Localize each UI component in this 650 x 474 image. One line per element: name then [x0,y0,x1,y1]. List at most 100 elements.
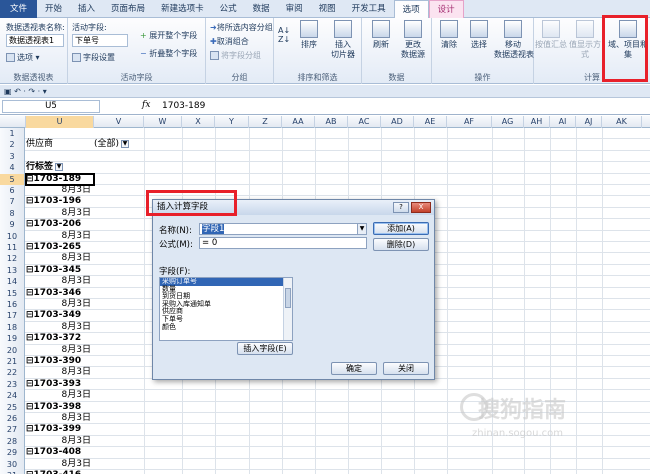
cell-v[interactable] [94,276,144,287]
column-header[interactable]: AD [381,116,414,128]
row-header[interactable]: 9 [0,219,25,231]
tab-5[interactable]: 公式 [212,0,245,18]
refresh-button[interactable]: 刷新 [364,20,398,50]
clear-button[interactable]: 清除 [432,20,466,50]
tab-11[interactable]: 设计 [428,0,464,18]
cell-v[interactable] [94,299,144,310]
sort-button[interactable]: 排序 [292,20,326,50]
cell-v[interactable] [94,322,144,333]
show-values-button[interactable]: 值显示方式 [568,20,602,60]
tab-6[interactable]: 数据 [245,0,278,18]
cell-u[interactable]: 8月3日 [26,322,94,333]
group-field-button[interactable]: 将字段分组 [210,50,261,61]
tab-0[interactable]: 文件 [0,0,38,18]
cell-u[interactable]: 8月3日 [26,436,94,447]
column-header[interactable]: AB [315,116,348,128]
cell-u[interactable]: ⊟1703-265 [26,242,94,253]
cell-u[interactable]: 8月3日 [26,345,94,356]
row-header[interactable]: 29 [0,447,25,459]
row-header[interactable]: 3 [0,150,25,163]
cell-u[interactable] [26,151,94,162]
cell-v[interactable] [94,253,144,264]
column-header[interactable]: W [144,116,182,128]
column-header[interactable]: AJ [576,116,602,128]
help-button[interactable]: ? [393,202,409,213]
scroll-thumb[interactable] [285,288,291,308]
row-header[interactable]: 19 [0,333,25,345]
row-header[interactable]: 1 [0,128,25,140]
fx-icon[interactable]: fx [142,100,150,110]
move-pivot-button[interactable]: 移动 数据透视表 [494,20,534,60]
cell-u[interactable]: ⊟1703-372 [26,333,94,344]
cell-u[interactable]: 8月3日 [26,390,94,401]
cell-u[interactable]: 8月3日 [26,276,94,287]
dialog-close-icon[interactable]: X [411,202,431,213]
name-box[interactable]: U5 [2,100,100,113]
field-settings-button[interactable]: 字段设置 [72,52,115,63]
pivot-name-input[interactable]: 数据透视表1 [6,34,64,47]
cell-v[interactable] [94,288,144,299]
chevron-down-icon[interactable]: ▼ [357,224,366,234]
add-button[interactable]: 添加(A) [373,222,429,235]
column-header[interactable]: AE [414,116,447,128]
close-button[interactable]: 关闭 [383,362,429,375]
column-header[interactable]: AA [282,116,315,128]
tab-10[interactable]: 选项 [393,0,429,19]
row-header[interactable]: 25 [0,401,25,413]
row-header[interactable]: 30 [0,458,25,470]
row-header[interactable]: 5 [0,173,25,185]
expand-field-button[interactable]: + 展开整个字段 [140,30,197,41]
row-header[interactable]: 21 [0,356,25,368]
cell-u[interactable]: ⊟1703-189 [25,172,95,187]
cell-v[interactable] [94,447,144,458]
insert-slicer-button[interactable]: 插入 切片器 [326,20,360,60]
cell-v[interactable] [94,436,144,447]
row-header[interactable]: 4 [0,162,25,174]
row-header[interactable]: 31 [0,470,25,474]
cell-u[interactable]: 供应商 [26,139,94,150]
cell-v[interactable] [94,424,144,435]
column-header[interactable]: Y [215,116,249,128]
column-header[interactable]: V [94,116,144,128]
sort-az-icon[interactable]: A↓ Z↓ [278,26,290,44]
cell-u[interactable]: 行标签 ▼ [26,162,94,174]
cell-v[interactable] [94,185,144,196]
cell-u[interactable]: 8月3日 [26,413,94,424]
cell-u[interactable]: ⊟1703-349 [26,310,94,321]
cell-v[interactable] [94,208,144,219]
cell-u[interactable]: 8月3日 [26,459,94,470]
cell-u[interactable]: ⊟1703-346 [26,288,94,299]
row-header[interactable]: 28 [0,435,25,448]
cell-v[interactable] [94,356,144,367]
tab-2[interactable]: 插入 [70,0,103,18]
cell-u[interactable] [26,128,94,139]
row-header[interactable]: 20 [0,344,25,356]
cell-v[interactable] [94,174,144,185]
cell-u[interactable]: ⊟1703-398 [26,402,94,413]
list-item[interactable]: 颜色 [160,323,292,332]
cell-v[interactable]: (全部) ▼ [94,139,144,150]
cell-u[interactable]: 8月3日 [26,208,94,219]
column-header[interactable]: AI [550,116,576,128]
column-header[interactable]: AH [524,116,550,128]
group-selection-button[interactable]: ➜将所选内容分组 [210,22,273,33]
row-header[interactable]: 17 [0,310,25,322]
row-header[interactable]: 13 [0,264,25,277]
tab-9[interactable]: 开发工具 [344,0,394,18]
formula-input[interactable]: 1703-189 [162,100,205,113]
cell-v[interactable] [94,402,144,413]
cell-v[interactable] [94,219,144,230]
cell-u[interactable]: 8月3日 [26,253,94,264]
cell-v[interactable] [94,345,144,356]
cell-u[interactable]: ⊟1703-345 [26,265,94,276]
cell-u[interactable]: ⊟1703-416 [26,470,94,474]
row-header[interactable]: 12 [0,253,25,265]
cell-v[interactable] [94,231,144,242]
tab-1[interactable]: 开始 [37,0,70,18]
column-header[interactable]: AC [348,116,381,128]
row-header[interactable]: 18 [0,321,25,334]
tab-3[interactable]: 页面布局 [103,0,153,18]
tab-7[interactable]: 审阅 [278,0,311,18]
active-field-input[interactable]: 下单号 [72,34,128,47]
row-header[interactable]: 11 [0,242,25,254]
